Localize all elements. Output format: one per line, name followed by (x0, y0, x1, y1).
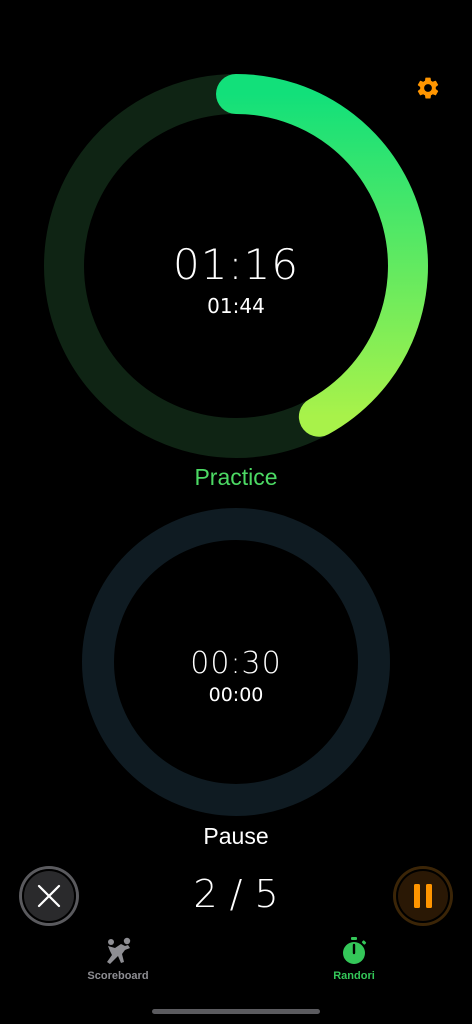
tab-randori[interactable]: Randori (299, 936, 409, 992)
pause-elapsed-time: 00:30 (190, 646, 282, 681)
practice-timer-ring: 01:16 01:44 (42, 72, 430, 460)
stopwatch-icon (338, 936, 370, 966)
cancel-button[interactable] (22, 869, 76, 923)
pause-timer-ring: 00:30 00:00 (82, 508, 390, 816)
home-indicator (152, 1009, 320, 1014)
pause-button[interactable] (396, 869, 450, 923)
tab-scoreboard-label: Scoreboard (87, 970, 149, 982)
judo-throw-icon (102, 936, 134, 966)
tab-randori-label: Randori (333, 970, 375, 982)
pause-icon (414, 884, 432, 908)
practice-elapsed-time: 01:16 (172, 240, 300, 289)
pause-label: Pause (203, 823, 269, 849)
pause-remaining-time: 00:00 (208, 684, 264, 706)
practice-label: Practice (194, 464, 278, 490)
tab-scoreboard[interactable]: Scoreboard (63, 936, 173, 992)
close-icon (37, 884, 61, 908)
practice-remaining-time: 01:44 (207, 294, 265, 318)
